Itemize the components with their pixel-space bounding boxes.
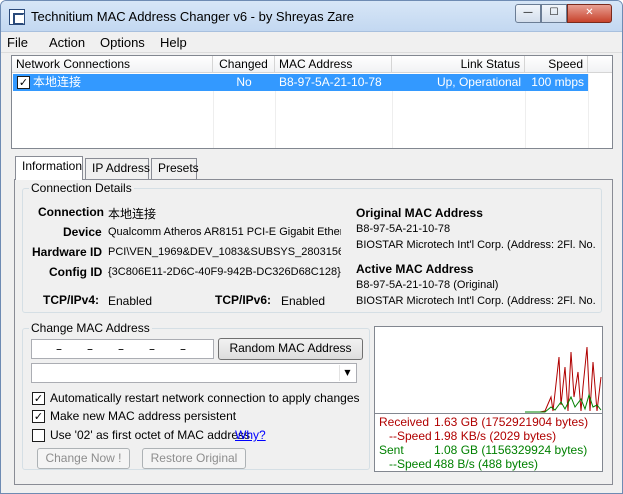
restore-original-button[interactable]: Restore Original — [142, 448, 246, 469]
connection-value: 本地连接 — [108, 207, 157, 221]
received-value: 1.63 GB (1752921904 bytes) — [434, 415, 589, 429]
tab-ip-address[interactable]: IP Address — [85, 158, 150, 180]
mac-octet-separator: – — [118, 342, 124, 356]
persistent-label[interactable]: Make new MAC address persistent — [50, 409, 236, 423]
device-value: Qualcomm Atheros AR8151 PCI-E Gigabit Et… — [108, 226, 341, 238]
change-now-button[interactable]: Change Now ! — [37, 448, 130, 469]
window-title: Technitium MAC Address Changer v6 - by S… — [31, 9, 354, 24]
sent-label: Sent — [379, 443, 404, 457]
random-mac-label: Random MAC Address — [229, 341, 352, 355]
col-changed[interactable]: Changed — [213, 56, 275, 73]
tcpipv6-value: Enabled — [281, 294, 326, 308]
menu-help[interactable]: Help — [160, 35, 187, 50]
tcpipv6-label: TCP/IPv6: — [215, 293, 272, 307]
received-speed-value: 1.98 KB/s (2029 bytes) — [434, 429, 557, 443]
traffic-graph — [374, 326, 603, 414]
sent-speed-value: 488 B/s (488 bytes) — [434, 457, 539, 471]
menu-file[interactable]: File — [7, 35, 28, 50]
connection-label: Connection — [38, 205, 104, 219]
active-mac-label: Active MAC Address — [356, 262, 474, 276]
sent-speed-label: --Speed — [389, 457, 432, 471]
col-speed[interactable]: Speed — [525, 56, 588, 73]
mac-octet-separator: – — [56, 342, 62, 356]
traffic-stats: Received 1.63 GB (1752921904 bytes) --Sp… — [374, 414, 603, 472]
tcpipv4-label: TCP/IPv4: — [43, 293, 100, 307]
config-id-value: {3C806E11-2D6C-40F9-942B-DC326D68C128} — [108, 266, 341, 278]
menu-action[interactable]: Action — [49, 35, 85, 50]
received-label: Received — [379, 415, 430, 429]
random-mac-button[interactable]: Random MAC Address — [218, 338, 363, 360]
received-traffic-line — [525, 346, 602, 413]
connection-details-legend: Connection Details — [29, 181, 134, 195]
app-window: Technitium MAC Address Changer v6 - by S… — [0, 0, 623, 494]
sent-value: 1.08 GB (1156329924 bytes) — [434, 443, 588, 457]
row-connection-name: 本地连接 — [13, 74, 213, 91]
close-button[interactable]: ✕ — [567, 4, 612, 23]
col-link-status[interactable]: Link Status — [392, 56, 525, 73]
maximize-button[interactable]: ☐ — [541, 4, 567, 23]
device-label: Device — [63, 225, 102, 239]
chevron-down-icon[interactable]: ▼ — [339, 365, 355, 381]
active-vendor: BIOSTAR Microtech Int'l Corp. (Address: … — [356, 295, 596, 307]
use-02-label[interactable]: Use '02' as first octet of MAC address — [50, 428, 250, 442]
change-mac-legend: Change MAC Address — [29, 321, 152, 335]
title-bar[interactable]: Technitium MAC Address Changer v6 - by S… — [1, 1, 622, 32]
minimize-button[interactable]: — — [515, 4, 541, 23]
hardware-id-label: Hardware ID — [32, 245, 103, 259]
connections-list[interactable]: Network Connections Changed MAC Address … — [11, 55, 613, 149]
tab-presets[interactable]: Presets — [151, 158, 199, 180]
use-02-checkbox[interactable] — [32, 429, 45, 442]
tcpipv4-value: Enabled — [108, 294, 153, 308]
connection-details-group: Connection Details Connection 本地连接 Devic… — [22, 181, 602, 313]
row-changed: No — [213, 74, 275, 91]
mac-octet-separator: – — [149, 342, 155, 356]
row-link-status: Up, Operational — [392, 74, 525, 91]
config-id-label: Config ID — [49, 265, 103, 279]
table-row[interactable]: 本地连接 ✓ No B8-97-5A-21-10-78 Up, Operatio… — [13, 74, 598, 91]
row-enabled-checkbox[interactable]: ✓ — [17, 76, 30, 89]
mac-octet-separator: – — [87, 342, 93, 356]
hardware-id-value: PCI\VEN_1969&DEV_1083&SUBSYS_2803156 — [108, 246, 341, 258]
row-mac-address: B8-97-5A-21-10-78 — [275, 74, 392, 91]
app-logo-icon — [9, 9, 25, 25]
received-speed-label: --Speed — [389, 429, 432, 443]
tab-information[interactable]: Information — [15, 156, 83, 180]
traffic-graph-svg — [525, 346, 602, 413]
list-header: Network Connections Changed MAC Address … — [12, 56, 612, 73]
col-network-connections[interactable]: Network Connections — [12, 56, 213, 73]
menu-bar: File Action Options Help — [1, 32, 622, 53]
auto-restart-label[interactable]: Automatically restart network connection… — [50, 391, 360, 405]
mac-octet-separator: – — [180, 342, 186, 356]
why-link[interactable]: Why? — [235, 428, 266, 442]
active-mac-value: B8-97-5A-21-10-78 (Original) — [356, 279, 499, 291]
original-mac-label: Original MAC Address — [356, 206, 483, 220]
menu-options[interactable]: Options — [100, 35, 145, 50]
mac-address-input[interactable]: – – – – – — [31, 339, 214, 359]
col-mac-address[interactable]: MAC Address — [275, 56, 392, 73]
auto-restart-checkbox[interactable]: ✓ — [32, 392, 45, 405]
row-speed: 100 mbps — [525, 74, 588, 91]
persistent-checkbox[interactable]: ✓ — [32, 410, 45, 423]
original-vendor: BIOSTAR Microtech Int'l Corp. (Address: … — [356, 239, 596, 251]
change-mac-group: Change MAC Address – – – – – Random MAC … — [22, 321, 370, 470]
original-mac-value: B8-97-5A-21-10-78 — [356, 223, 451, 235]
vendor-combo[interactable]: ▼ — [31, 363, 357, 383]
